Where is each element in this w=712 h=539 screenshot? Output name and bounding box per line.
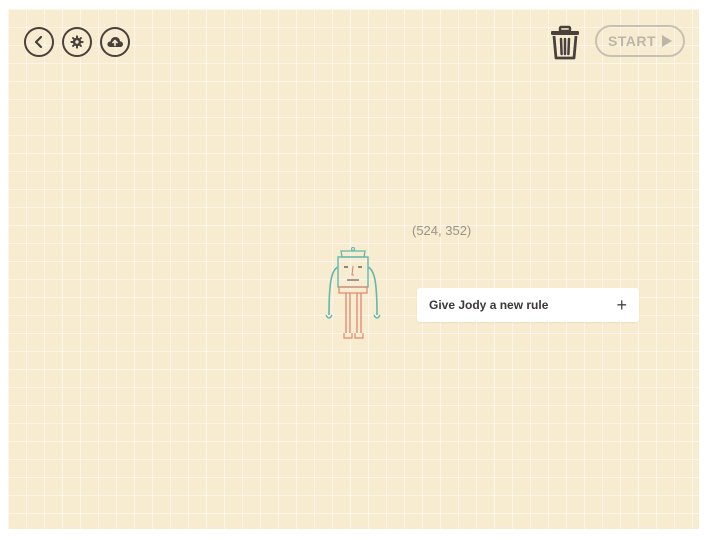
trash-icon [551,25,579,60]
jody-character[interactable] [323,245,383,341]
play-triangle-icon [662,35,673,47]
start-label: START [607,33,657,49]
gear-icon [70,35,84,49]
upload-button[interactable] [100,27,130,57]
chevron-left-icon [34,35,43,49]
settings-button[interactable] [62,27,92,57]
start-button[interactable]: START [595,25,685,57]
trash-button[interactable] [548,25,582,61]
coordinate-readout: (524, 352) [412,223,472,238]
back-button[interactable] [24,27,54,57]
robot-character-icon [325,246,381,339]
new-rule-label: Give Jody a new rule [429,298,549,312]
add-rule-icon[interactable]: + [616,296,627,314]
new-rule-card[interactable]: Give Jody a new rule + [417,288,639,322]
cloud-upload-icon [107,37,123,47]
canvas-area[interactable]: START (524, 352) Give Jody a new rule + [8,9,699,529]
